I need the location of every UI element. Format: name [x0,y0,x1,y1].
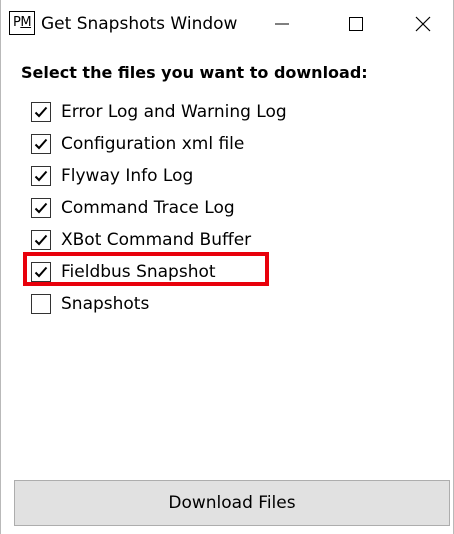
checkbox-error-log[interactable] [31,102,51,122]
file-label-command-trace-log: Command Trace Log [61,198,235,218]
minimize-icon [275,23,289,25]
file-item-configuration-xml[interactable]: Configuration xml file [31,128,287,160]
file-item-flyway-info-log[interactable]: Flyway Info Log [31,160,287,192]
checkbox-snapshots[interactable] [31,294,51,314]
get-snapshots-window: PM Get Snapshots Window Select the files… [0,0,454,534]
file-checkbox-list: Error Log and Warning Log Configuration … [31,96,287,320]
checkmark-icon [34,202,48,214]
file-label-configuration-xml: Configuration xml file [61,134,245,154]
checkbox-flyway-info-log[interactable] [31,166,51,186]
checkmark-icon [34,170,48,182]
select-files-heading: Select the files you want to download: [21,63,368,82]
checkbox-fieldbus-snapshot[interactable] [31,262,51,282]
file-item-snapshots[interactable]: Snapshots [31,288,287,320]
checkmark-icon [34,266,48,278]
maximize-button[interactable] [319,0,393,48]
file-label-snapshots: Snapshots [61,294,150,314]
minimize-button[interactable] [245,0,319,48]
app-icon: PM [9,11,35,35]
maximize-icon [349,17,363,31]
close-icon [415,16,431,32]
close-button[interactable] [393,0,453,48]
file-label-fieldbus-snapshot: Fieldbus Snapshot [61,262,216,282]
checkmark-icon [34,106,48,118]
file-item-error-log[interactable]: Error Log and Warning Log [31,96,287,128]
file-item-fieldbus-snapshot[interactable]: Fieldbus Snapshot [31,256,287,288]
file-item-xbot-command-buffer[interactable]: XBot Command Buffer [31,224,287,256]
file-label-flyway-info-log: Flyway Info Log [61,166,194,186]
file-label-xbot-command-buffer: XBot Command Buffer [61,230,252,250]
file-item-command-trace-log[interactable]: Command Trace Log [31,192,287,224]
app-icon-letter-m: M [20,15,32,30]
window-title: Get Snapshots Window [41,14,238,34]
checkmark-icon [34,234,48,246]
download-files-button[interactable]: Download Files [14,480,450,526]
checkbox-configuration-xml[interactable] [31,134,51,154]
checkbox-command-trace-log[interactable] [31,198,51,218]
title-bar[interactable]: PM Get Snapshots Window [1,0,453,48]
checkmark-icon [34,138,48,150]
file-label-error-log: Error Log and Warning Log [61,102,287,122]
checkbox-xbot-command-buffer[interactable] [31,230,51,250]
